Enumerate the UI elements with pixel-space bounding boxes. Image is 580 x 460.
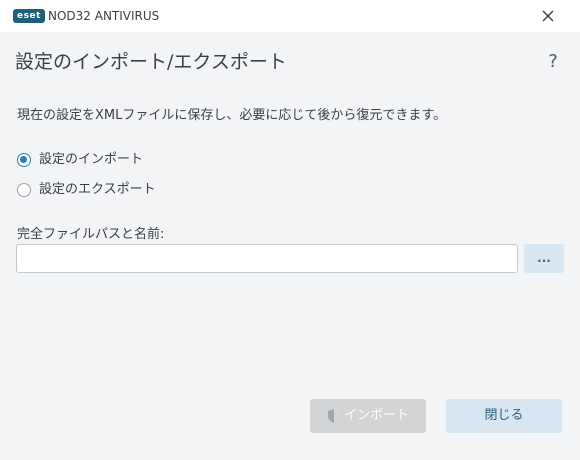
title-bar: eset NOD32 ANTIVIRUS — [0, 0, 580, 32]
close-window-button[interactable] — [536, 4, 560, 28]
import-option-label: 設定のインポート — [39, 152, 144, 167]
close-button[interactable]: 閉じる — [446, 399, 562, 433]
import-button[interactable]: インポート — [310, 399, 426, 433]
import-radio[interactable] — [17, 153, 31, 167]
file-path-label: 完全ファイルパスと名前: — [17, 227, 165, 242]
export-radio[interactable] — [17, 183, 31, 197]
import-button-label: インポート — [343, 408, 409, 423]
app-name: NOD32 ANTIVIRUS — [48, 9, 160, 23]
file-path-input[interactable] — [16, 244, 518, 273]
export-option-label: 設定のエクスポート — [39, 182, 156, 197]
eset-logo: eset — [13, 9, 45, 23]
help-button[interactable]: ? — [545, 51, 561, 73]
dialog-title: 設定のインポート/エクスポート — [15, 51, 287, 73]
export-settings-option[interactable]: 設定のエクスポート — [17, 181, 156, 199]
description-text: 現在の設定をXMLファイルに保存し、必要に応じて後から復元できます。 — [17, 108, 447, 123]
shield-icon — [327, 409, 340, 423]
browse-button[interactable]: ... — [524, 244, 564, 273]
import-settings-option[interactable]: 設定のインポート — [17, 151, 143, 169]
close-icon — [542, 10, 554, 22]
